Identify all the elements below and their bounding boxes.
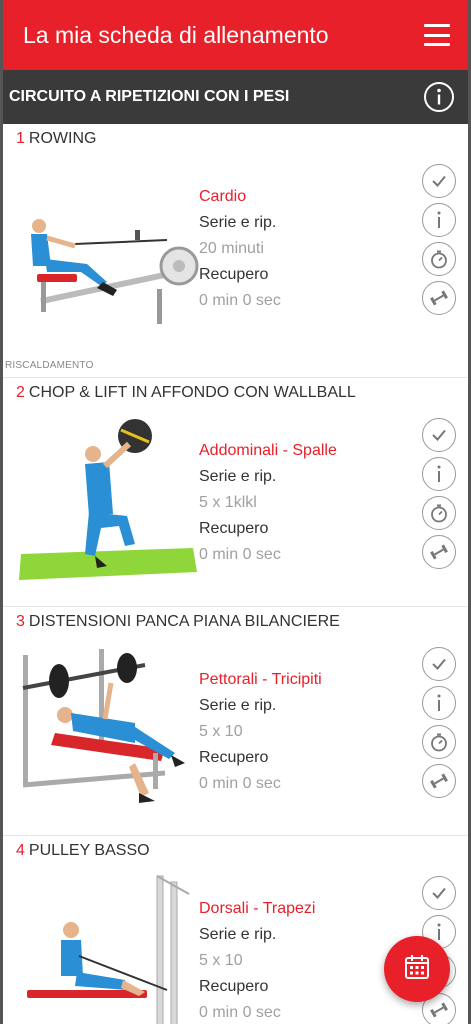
exercise-name: DISTENSIONI PANCA PIANA BILANCIERE [28, 613, 340, 630]
exercise-name: PULLEY BASSO [28, 842, 150, 859]
section-title: CIRCUITO A RIPETIZIONI CON I PESI [9, 88, 290, 105]
exercise-name: ROWING [28, 130, 97, 147]
rest-label: Recupero [199, 520, 269, 537]
dumbbell-swap-icon[interactable] [422, 535, 456, 569]
exercise-header: 4 PULLEY BASSO [16, 842, 150, 860]
exercise-info: Dorsali - Trapezi Serie e rip. 5 x 10 Re… [199, 896, 404, 1024]
exercise-info: Addominali - Spalle Serie e rip. 5 x 1kl… [199, 438, 404, 568]
exercise-number: 4 [16, 842, 25, 859]
section-header: CIRCUITO A RIPETIZIONI CON I PESI [3, 70, 468, 124]
info-icon[interactable] [422, 457, 456, 491]
seated-cable-row-image [27, 875, 190, 1024]
exercise-number: 2 [16, 384, 25, 401]
rest-label: Recupero [199, 266, 269, 283]
exercise-card[interactable]: 1 ROWING Cardio Serie e rip. 20 minuti Re… [3, 124, 468, 378]
info-icon[interactable] [424, 82, 454, 112]
app-title: La mia scheda di allenamento [23, 21, 329, 48]
exercise-header: 3 DISTENSIONI PANCA PIANA BILANCIERE [16, 613, 340, 631]
sets-reps-label: Serie e rip. [199, 468, 277, 485]
rest-value: 0 min 0 sec [199, 546, 281, 563]
exercise-tag: RISCALDAMENTO [5, 360, 94, 371]
sets-reps-label: Serie e rip. [199, 926, 277, 943]
rest-label: Recupero [199, 978, 269, 995]
check-icon[interactable] [422, 876, 456, 910]
exercise-actions [422, 647, 458, 803]
wallball-lunge-image [19, 419, 197, 580]
rest-value: 0 min 0 sec [199, 775, 281, 792]
calendar-icon [403, 953, 431, 986]
muscle-group: Pettorali - Tricipiti [199, 671, 322, 688]
muscle-group: Cardio [199, 188, 247, 205]
rest-value: 0 min 0 sec [199, 292, 281, 309]
rest-value: 0 min 0 sec [199, 1004, 281, 1021]
app-bar: La mia scheda di allenamento [3, 0, 468, 70]
dumbbell-swap-icon[interactable] [422, 281, 456, 315]
exercise-info: Pettorali - Tricipiti Serie e rip. 5 x 1… [199, 667, 404, 797]
exercise-card[interactable]: 2 CHOP & LIFT IN AFFONDO CON WALLBALL Add… [3, 378, 468, 607]
hamburger-menu-icon[interactable] [424, 24, 450, 46]
rowing-machine-image [31, 219, 199, 324]
exercise-number: 1 [16, 130, 25, 147]
check-icon[interactable] [422, 164, 456, 198]
calendar-fab-button[interactable] [384, 936, 450, 1002]
check-icon[interactable] [422, 418, 456, 452]
exercise-header: 2 CHOP & LIFT IN AFFONDO CON WALLBALL [16, 384, 356, 402]
exercise-header: 1 ROWING [16, 130, 96, 148]
muscle-group: Addominali - Spalle [199, 442, 337, 459]
sets-reps-value: 5 x 10 [199, 723, 243, 740]
exercise-list[interactable]: 1 ROWING Cardio Serie e rip. 20 minuti Re… [3, 124, 468, 1024]
dumbbell-swap-icon[interactable] [422, 764, 456, 798]
check-icon[interactable] [422, 647, 456, 681]
sets-reps-value: 20 minuti [199, 240, 264, 257]
rest-label: Recupero [199, 749, 269, 766]
exercise-actions [422, 418, 458, 574]
info-icon[interactable] [422, 686, 456, 720]
stopwatch-icon[interactable] [422, 242, 456, 276]
sets-reps-value: 5 x 1klkl [199, 494, 257, 511]
exercise-actions [422, 164, 458, 320]
exercise-info: Cardio Serie e rip. 20 minuti Recupero 0… [199, 184, 404, 314]
sets-reps-label: Serie e rip. [199, 214, 277, 231]
bench-press-image [22, 649, 185, 803]
muscle-group: Dorsali - Trapezi [199, 900, 316, 917]
exercise-card[interactable]: 3 DISTENSIONI PANCA PIANA BILANCIERE Pett… [3, 607, 468, 836]
stopwatch-icon[interactable] [422, 496, 456, 530]
sets-reps-value: 5 x 10 [199, 952, 243, 969]
exercise-name: CHOP & LIFT IN AFFONDO CON WALLBALL [28, 384, 356, 401]
sets-reps-label: Serie e rip. [199, 697, 277, 714]
exercise-number: 3 [16, 613, 25, 630]
stopwatch-icon[interactable] [422, 725, 456, 759]
info-icon[interactable] [422, 203, 456, 237]
